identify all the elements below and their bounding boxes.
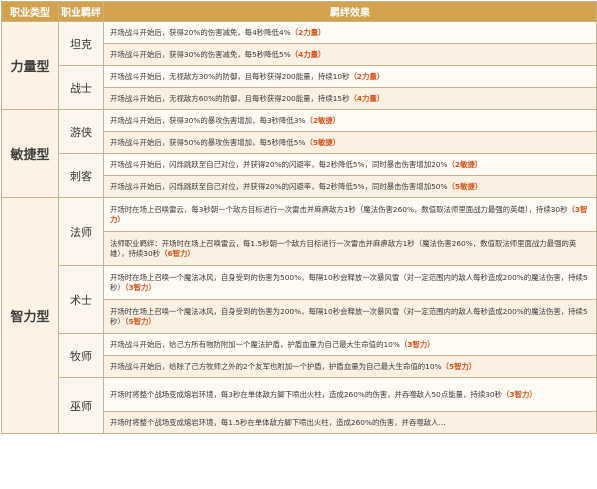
effect-cell: 开场战斗开始后，闪烁跳跃至自己对位，并获得20%的闪避率，每2秒降低5%，同时暴…: [103, 175, 597, 198]
bond-table: 职业类型 职业羁绊 羁绊效果 力量型 坦克 开场战斗开始后，获得20%的伤害减免…: [1, 1, 597, 434]
effect-text: 开场时在场上召唤一个魔法冰风，自身受到的伤害为200%，每隔10秒会释放一次暴风…: [110, 306, 588, 326]
effect-text: 开场战斗开始后，闪烁跳跃至自己对位，并获得20%的闪避率，每2秒降低5%，同时暴…: [110, 159, 448, 169]
effect-cell: 开场时将整个战场变成熔岩环境，每1.5秒在单体敌方脚下喷出火柱，造成260%的伤…: [103, 411, 597, 434]
effect-text: 开场战斗开始后，无视敌方60%的防御，且每秒获得200能量，持续15秒: [110, 93, 350, 103]
class-sorcerer: 巫师: [58, 377, 104, 434]
effect-cell: 开场战斗开始后，获得50%的暴攻伤害增加，每5秒降低5%（5敏捷）: [103, 131, 597, 154]
effect-cell: 开场战斗开始后，获得20%的伤害减免，每4秒降低4%（2力量）: [103, 21, 597, 44]
bond-tag: （3智力）: [124, 282, 156, 292]
effect-text: 开场战斗开始后，获得20%的伤害减免，每4秒降低4%: [110, 27, 291, 37]
bond-tag: （2力量）: [349, 71, 385, 81]
bond-tag: （5敏捷）: [305, 137, 341, 147]
table-header: 职业类型 职业羁绊 羁绊效果: [1, 1, 597, 22]
effect-cell: 开场战斗开始后，获得30%的暴攻伤害增加，每3秒降低3%（2敏捷）: [103, 109, 597, 132]
bond-tag: （3智力）: [502, 389, 537, 399]
header-bond-effect: 羁绊效果: [103, 1, 597, 22]
type-intelligence: 智力型: [1, 197, 59, 434]
effect-text: 开场战斗开始后，给己方所有物防附加一个魔法护盾，护盾血量为自己最大生命值的10%: [110, 339, 400, 349]
effect-text: 开场战斗开始后，获得30%的伤害减免，每5秒降低5%: [110, 49, 291, 59]
header-class-type: 职业类型: [1, 1, 59, 22]
effect-cell: 开场战斗开始后，获得30%的伤害减免，每5秒降低5%（4力量）: [103, 43, 597, 66]
effect-cell: 开场时在场上召唤一个魔法冰风，自身受到的伤害为500%，每隔10秒会释放一次暴风…: [103, 265, 597, 300]
effect-text: 开场时在场上召唤一个魔法冰风，自身受到的伤害为500%，每隔10秒会释放一次暴风…: [110, 272, 588, 292]
bond-tag: （2敏捷）: [305, 115, 341, 125]
effect-text: 开场战斗开始后，获得30%的暴攻伤害增加，每3秒降低3%: [110, 115, 306, 125]
type-agility: 敏捷型: [1, 109, 59, 198]
type-strength: 力量型: [1, 21, 59, 110]
effect-cell: 开场战斗开始后，闪烁跳跃至自己对位，并获得20%的闪避率，每2秒降低5%，同时暴…: [103, 153, 597, 176]
effect-cell: 开场战斗开始后，给己方所有物防附加一个魔法护盾，护盾血量为自己最大生命值的10%…: [103, 333, 597, 356]
effect-cell: 开场时在场上召唤一个魔法冰风，自身受到的伤害为200%，每隔10秒会释放一次暴风…: [103, 299, 597, 334]
table-row: 巫师 开场时将整个战场变成熔岩环境，每3秒在单体敌方脚下喷出火柱，造成260%的…: [2, 377, 597, 434]
table-row: 战士 开场战斗开始后，无视敌方30%的防御，且每秒获得200能量，持续10秒（2…: [2, 65, 597, 110]
class-priest: 牧师: [58, 333, 104, 378]
effect-text: 开场时将整个战场变成熔岩环境，每1.5秒在单体敌方脚下喷出火柱，造成260%的伤…: [110, 417, 446, 427]
table-row: 刺客 开场战斗开始后，闪烁跳跃至自己对位，并获得20%的闪避率，每2秒降低5%，…: [2, 153, 597, 198]
bond-tag: （3智力）: [399, 339, 435, 349]
bond-tag: （2敏捷）: [447, 159, 483, 169]
table-row: 牧师 开场战斗开始后，给己方所有物防附加一个魔法护盾，护盾血量为自己最大生命值的…: [2, 333, 597, 378]
table-row: 智力型 法师 开场时在场上召唤雷云，每3秒朝一个敌方目标进行一次雷击并麻痹敌方1…: [1, 197, 597, 434]
effect-cell: 开场战斗开始后，给除了己方牧师之外的2个友军也附加一个护盾，护盾血量为自己最大生…: [103, 355, 597, 378]
bond-tag: （5智力）: [124, 316, 156, 326]
class-warlock: 术士: [58, 265, 104, 334]
class-ranger: 游侠: [58, 109, 104, 154]
effect-cell: 开场时在场上召唤雷云，每3秒朝一个敌方目标进行一次雷击并麻痹敌方1秒（魔法伤害2…: [103, 197, 597, 232]
bond-tag: （2力量）: [290, 27, 326, 37]
effect-text: 开场战斗开始后，给除了己方牧师之外的2个友军也附加一个护盾，护盾血量为自己最大生…: [110, 361, 442, 371]
effect-cell: 开场时将整个战场变成熔岩环境，每3秒在单体敌方脚下喷出火柱，造成260%的伤害，…: [103, 377, 597, 412]
effect-text: 开场战斗开始后，闪烁跳跃至自己对位，并获得20%的闪避率，每2秒降低5%，同时暴…: [110, 181, 448, 191]
class-warrior: 战士: [58, 65, 104, 110]
bond-tag: （4力量）: [349, 93, 385, 103]
bond-tag: （5智力）: [441, 361, 477, 371]
effect-cell: 开场战斗开始后，无视敌方60%的防御，且每秒获得200能量，持续15秒（4力量）: [103, 87, 597, 110]
bond-tag: （4力量）: [290, 49, 326, 59]
effect-text: 开场战斗开始后，无视敌方30%的防御，且每秒获得200能量，持续10秒: [110, 71, 350, 81]
effect-cell: 开场战斗开始后，无视敌方30%的防御，且每秒获得200能量，持续10秒（2力量）: [103, 65, 597, 88]
class-tank: 坦克: [58, 21, 104, 66]
effect-cell: 法师职业羁绊：开场时在场上召唤雷云，每1.5秒朝一个敌方目标进行一次雷击并麻痹敌…: [103, 231, 597, 266]
effect-text: 开场战斗开始后，获得50%的暴攻伤害增加，每5秒降低5%: [110, 137, 306, 147]
header-class-bond: 职业羁绊: [58, 1, 104, 22]
effect-text: 开场时在场上召唤雷云，每3秒朝一个敌方目标进行一次雷击并麻痹敌方1秒（魔法伤害2…: [110, 204, 568, 214]
table-row: 术士 开场时在场上召唤一个魔法冰风，自身受到的伤害为500%，每隔10秒会释放一…: [2, 265, 597, 334]
effect-text: 开场时将整个战场变成熔岩环境，每3秒在单体敌方脚下喷出火柱，造成260%的伤害，…: [110, 389, 503, 399]
bond-tag: （5敏捷）: [447, 181, 483, 191]
table-row: 敏捷型 游侠 开场战斗开始后，获得30%的暴攻伤害增加，每3秒降低3%（2敏捷）: [1, 109, 597, 198]
bond-table-container: 职业类型 职业羁绊 羁绊效果 力量型 坦克 开场战斗开始后，获得20%的伤害减免…: [1, 1, 597, 487]
bond-tag: （6智力）: [160, 248, 195, 258]
class-mage: 法师: [58, 197, 104, 266]
class-assassin: 刺客: [58, 153, 104, 198]
table-row: 力量型 坦克 开场战斗开始后，获得20%的伤害减免，每4秒降低4%（2力量）: [1, 21, 597, 110]
